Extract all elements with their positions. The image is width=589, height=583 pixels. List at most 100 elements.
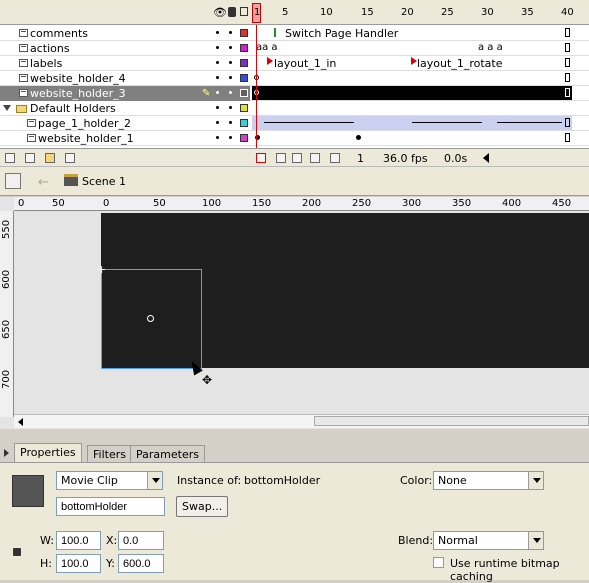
keyframe-end: [565, 28, 570, 37]
visibility-dot[interactable]: [216, 61, 219, 64]
y-input[interactable]: [118, 554, 164, 573]
lock-dot[interactable]: [229, 91, 232, 94]
pencil-icon: ✎: [202, 88, 211, 99]
modify-onion-markers-icon[interactable]: [330, 153, 340, 163]
back-arrow-icon[interactable]: ←: [38, 175, 49, 190]
insert-layer-icon[interactable]: [5, 153, 15, 163]
trash-icon[interactable]: [65, 153, 75, 163]
layer-row[interactable]: actions a​a a a a a: [0, 41, 589, 56]
layer-row[interactable]: comments Switch Page Handler: [0, 26, 589, 41]
layer-name-cell[interactable]: page_1_holder_2: [0, 116, 250, 131]
layer-name-cell[interactable]: comments: [0, 26, 250, 41]
bitmap-caching-label: Use runtime bitmap caching: [450, 557, 560, 583]
layer-name-cell[interactable]: labels: [0, 56, 250, 71]
frame-label: layout_1_rotate: [417, 57, 503, 70]
scroll-left-arrow-icon[interactable]: [483, 153, 489, 163]
horizontal-scrollbar[interactable]: [14, 414, 589, 428]
collapse-arrow-icon[interactable]: [3, 105, 11, 111]
layer-row[interactable]: Default Holders: [0, 101, 589, 116]
lock-icon[interactable]: [228, 7, 236, 17]
instance-name-input[interactable]: [56, 497, 165, 516]
visibility-dot[interactable]: [216, 91, 219, 94]
onion-skin-outline-icon[interactable]: [292, 153, 302, 163]
frame-track[interactable]: [252, 116, 572, 130]
layer-label: page_1_holder_2: [38, 117, 132, 130]
lock-icon[interactable]: [13, 548, 21, 556]
visibility-dot[interactable]: [216, 136, 219, 139]
timeline-toggle-icon[interactable]: [5, 173, 21, 189]
x-input[interactable]: [118, 531, 164, 550]
selected-movie-clip[interactable]: [101, 269, 202, 369]
insert-folder-icon[interactable]: [45, 153, 55, 163]
layer-name-cell[interactable]: website_holder_1: [0, 131, 250, 146]
tab-properties[interactable]: Properties: [14, 443, 82, 462]
layer-row[interactable]: page_1_holder_2: [0, 116, 589, 131]
onion-skin-icon[interactable]: [276, 153, 286, 163]
stage-area[interactable]: 0 50 0 50 100 150 200 250 300 350 400 45…: [0, 197, 589, 429]
lock-dot[interactable]: [229, 31, 232, 34]
eye-icon[interactable]: 👁: [213, 6, 227, 19]
layer-name-cell[interactable]: Default Holders: [0, 101, 250, 116]
height-input[interactable]: [56, 554, 101, 573]
layer-color-box[interactable]: [240, 29, 248, 37]
keyframe-end: [565, 88, 570, 97]
layer-color-box[interactable]: [240, 134, 248, 142]
layer-color-box[interactable]: [240, 119, 248, 127]
blend-value: Normal: [438, 534, 478, 547]
frame-track[interactable]: [252, 86, 572, 100]
collapse-triangle-icon[interactable]: [4, 449, 9, 457]
tab-parameters[interactable]: Parameters: [130, 445, 205, 462]
layer-row[interactable]: website_holder_4: [0, 71, 589, 86]
keyframe: [356, 135, 361, 140]
blend-select[interactable]: Normal: [433, 531, 544, 550]
visibility-dot[interactable]: [216, 121, 219, 124]
edit-bar: ← Scene 1: [0, 166, 589, 196]
scroll-left-arrow-icon[interactable]: [18, 418, 23, 426]
add-motion-guide-icon[interactable]: [25, 153, 35, 163]
lock-dot[interactable]: [229, 46, 232, 49]
layer-color-box[interactable]: [240, 74, 248, 82]
swap-button[interactable]: Swap...: [176, 496, 229, 517]
frame-track[interactable]: Switch Page Handler: [252, 26, 572, 40]
frame-track[interactable]: layout_1_in layout_1_rotate: [252, 56, 572, 70]
visibility-dot[interactable]: [216, 46, 219, 49]
center-frame-icon[interactable]: [256, 153, 266, 163]
visibility-dot[interactable]: [216, 31, 219, 34]
y-label: Y:: [106, 557, 115, 570]
scene-name[interactable]: Scene 1: [82, 175, 126, 188]
properties-panel: Movie Clip Instance of: bottomHolder Swa…: [0, 462, 589, 583]
bitmap-caching-checkbox[interactable]: [433, 557, 444, 568]
symbol-type-select[interactable]: Movie Clip: [56, 471, 163, 490]
layer-color-box[interactable]: [240, 104, 248, 112]
scroll-thumb[interactable]: [314, 416, 589, 426]
ruler-label: 300: [402, 198, 422, 209]
layer-name-cell[interactable]: actions: [0, 41, 250, 56]
timeline-footer: 1 36.0 fps 0.0s: [0, 148, 589, 166]
layer-color-box[interactable]: [240, 89, 248, 97]
lock-dot[interactable]: [229, 121, 232, 124]
outline-icon[interactable]: [240, 7, 248, 16]
layer-row[interactable]: website_holder_1: [0, 131, 589, 146]
layer-color-box[interactable]: [240, 59, 248, 67]
action-keyframe: a​a a: [256, 42, 278, 53]
layer-name-cell[interactable]: website_holder_3 ✎: [0, 86, 250, 101]
lock-dot[interactable]: [229, 61, 232, 64]
frame-track[interactable]: a​a a a a a: [252, 41, 572, 55]
lock-dot[interactable]: [229, 76, 232, 79]
color-select[interactable]: None: [433, 471, 544, 490]
lock-dot[interactable]: [229, 106, 232, 109]
visibility-dot[interactable]: [216, 76, 219, 79]
visibility-dot[interactable]: [216, 106, 219, 109]
layer-color-box[interactable]: [240, 44, 248, 52]
frame-track[interactable]: [252, 71, 572, 85]
horizontal-ruler: 0 50 0 50 100 150 200 250 300 350 400 45…: [14, 197, 589, 211]
frame-rate: 36.0 fps: [383, 152, 428, 165]
frame-track[interactable]: [252, 131, 572, 145]
edit-multiple-frames-icon[interactable]: [310, 153, 320, 163]
layer-row[interactable]: labels layout_1_in layout_1_rotate: [0, 56, 589, 71]
layer-name-cell[interactable]: website_holder_4: [0, 71, 250, 86]
tab-filters[interactable]: Filters: [87, 445, 132, 462]
width-input[interactable]: [56, 531, 101, 550]
layer-row-selected[interactable]: website_holder_3 ✎: [0, 86, 589, 101]
lock-dot[interactable]: [229, 136, 232, 139]
